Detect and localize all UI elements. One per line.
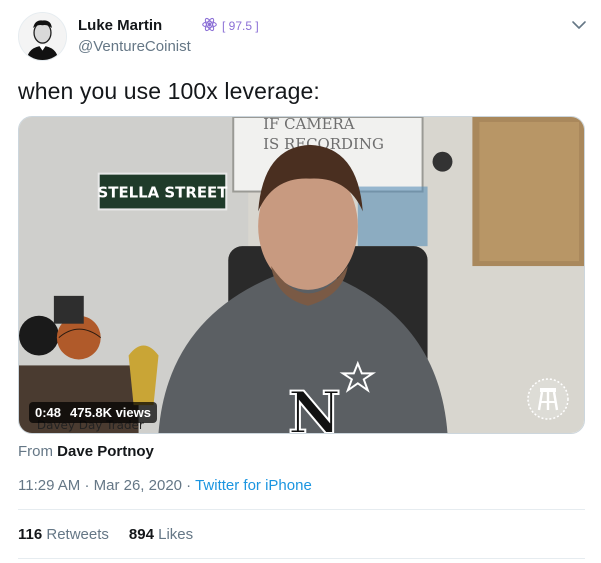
engagement-stats: 116 Retweets 894 Likes [18, 526, 193, 543]
chevron-down-icon[interactable] [570, 16, 588, 34]
divider [18, 509, 585, 510]
from-prefix: From [18, 443, 53, 460]
retweets-stat[interactable]: 116 Retweets [18, 526, 109, 543]
divider [18, 558, 585, 559]
video-player[interactable]: IF CAMERA IS RECORDING STELLA STREET N D… [18, 116, 585, 434]
tweet-text: when you use 100x leverage: [18, 78, 320, 104]
author-name[interactable]: Luke Martin [78, 17, 162, 34]
tweet-header: Luke Martin @VentureCoinist [ 97.5 ] [18, 12, 588, 62]
avatar[interactable] [18, 12, 67, 61]
video-stats-overlay: 0:48 475.8K views [29, 402, 157, 423]
whiteboard-line-1: IF CAMERA [263, 117, 355, 133]
tweet-date[interactable]: Mar 26, 2020 [94, 477, 182, 494]
video-attribution: From Dave Portnoy [18, 443, 154, 460]
tweet-meta: 11:29 AM · Mar 26, 2020 · Twitter for iP… [18, 477, 312, 494]
shirt-letter: N [288, 379, 341, 433]
tweet-source[interactable]: Twitter for iPhone [195, 477, 312, 494]
badge-score: [ 97.5 ] [222, 19, 259, 33]
tweet-time[interactable]: 11:29 AM [18, 477, 80, 494]
retweets-label: Retweets [46, 526, 109, 543]
video-duration: 0:48 [35, 405, 62, 420]
likes-stat[interactable]: 894 Likes [129, 526, 193, 543]
street-sign-text: STELLA STREET [98, 184, 229, 202]
video-views: 475.8K views [70, 405, 151, 420]
author-handle[interactable]: @VentureCoinist [78, 38, 191, 55]
attribution-name[interactable]: Dave Portnoy [57, 443, 154, 460]
atom-icon [201, 16, 218, 36]
likes-count: 894 [128, 526, 154, 543]
retweets-count: 116 [18, 526, 43, 543]
likes-label: Likes [158, 526, 194, 543]
barstool-logo-icon [527, 378, 569, 420]
meta-separator: · [186, 477, 192, 494]
meta-separator: · [84, 477, 90, 494]
video-frame: IF CAMERA IS RECORDING STELLA STREET N D… [19, 117, 584, 433]
score-badge: [ 97.5 ] [201, 16, 259, 36]
